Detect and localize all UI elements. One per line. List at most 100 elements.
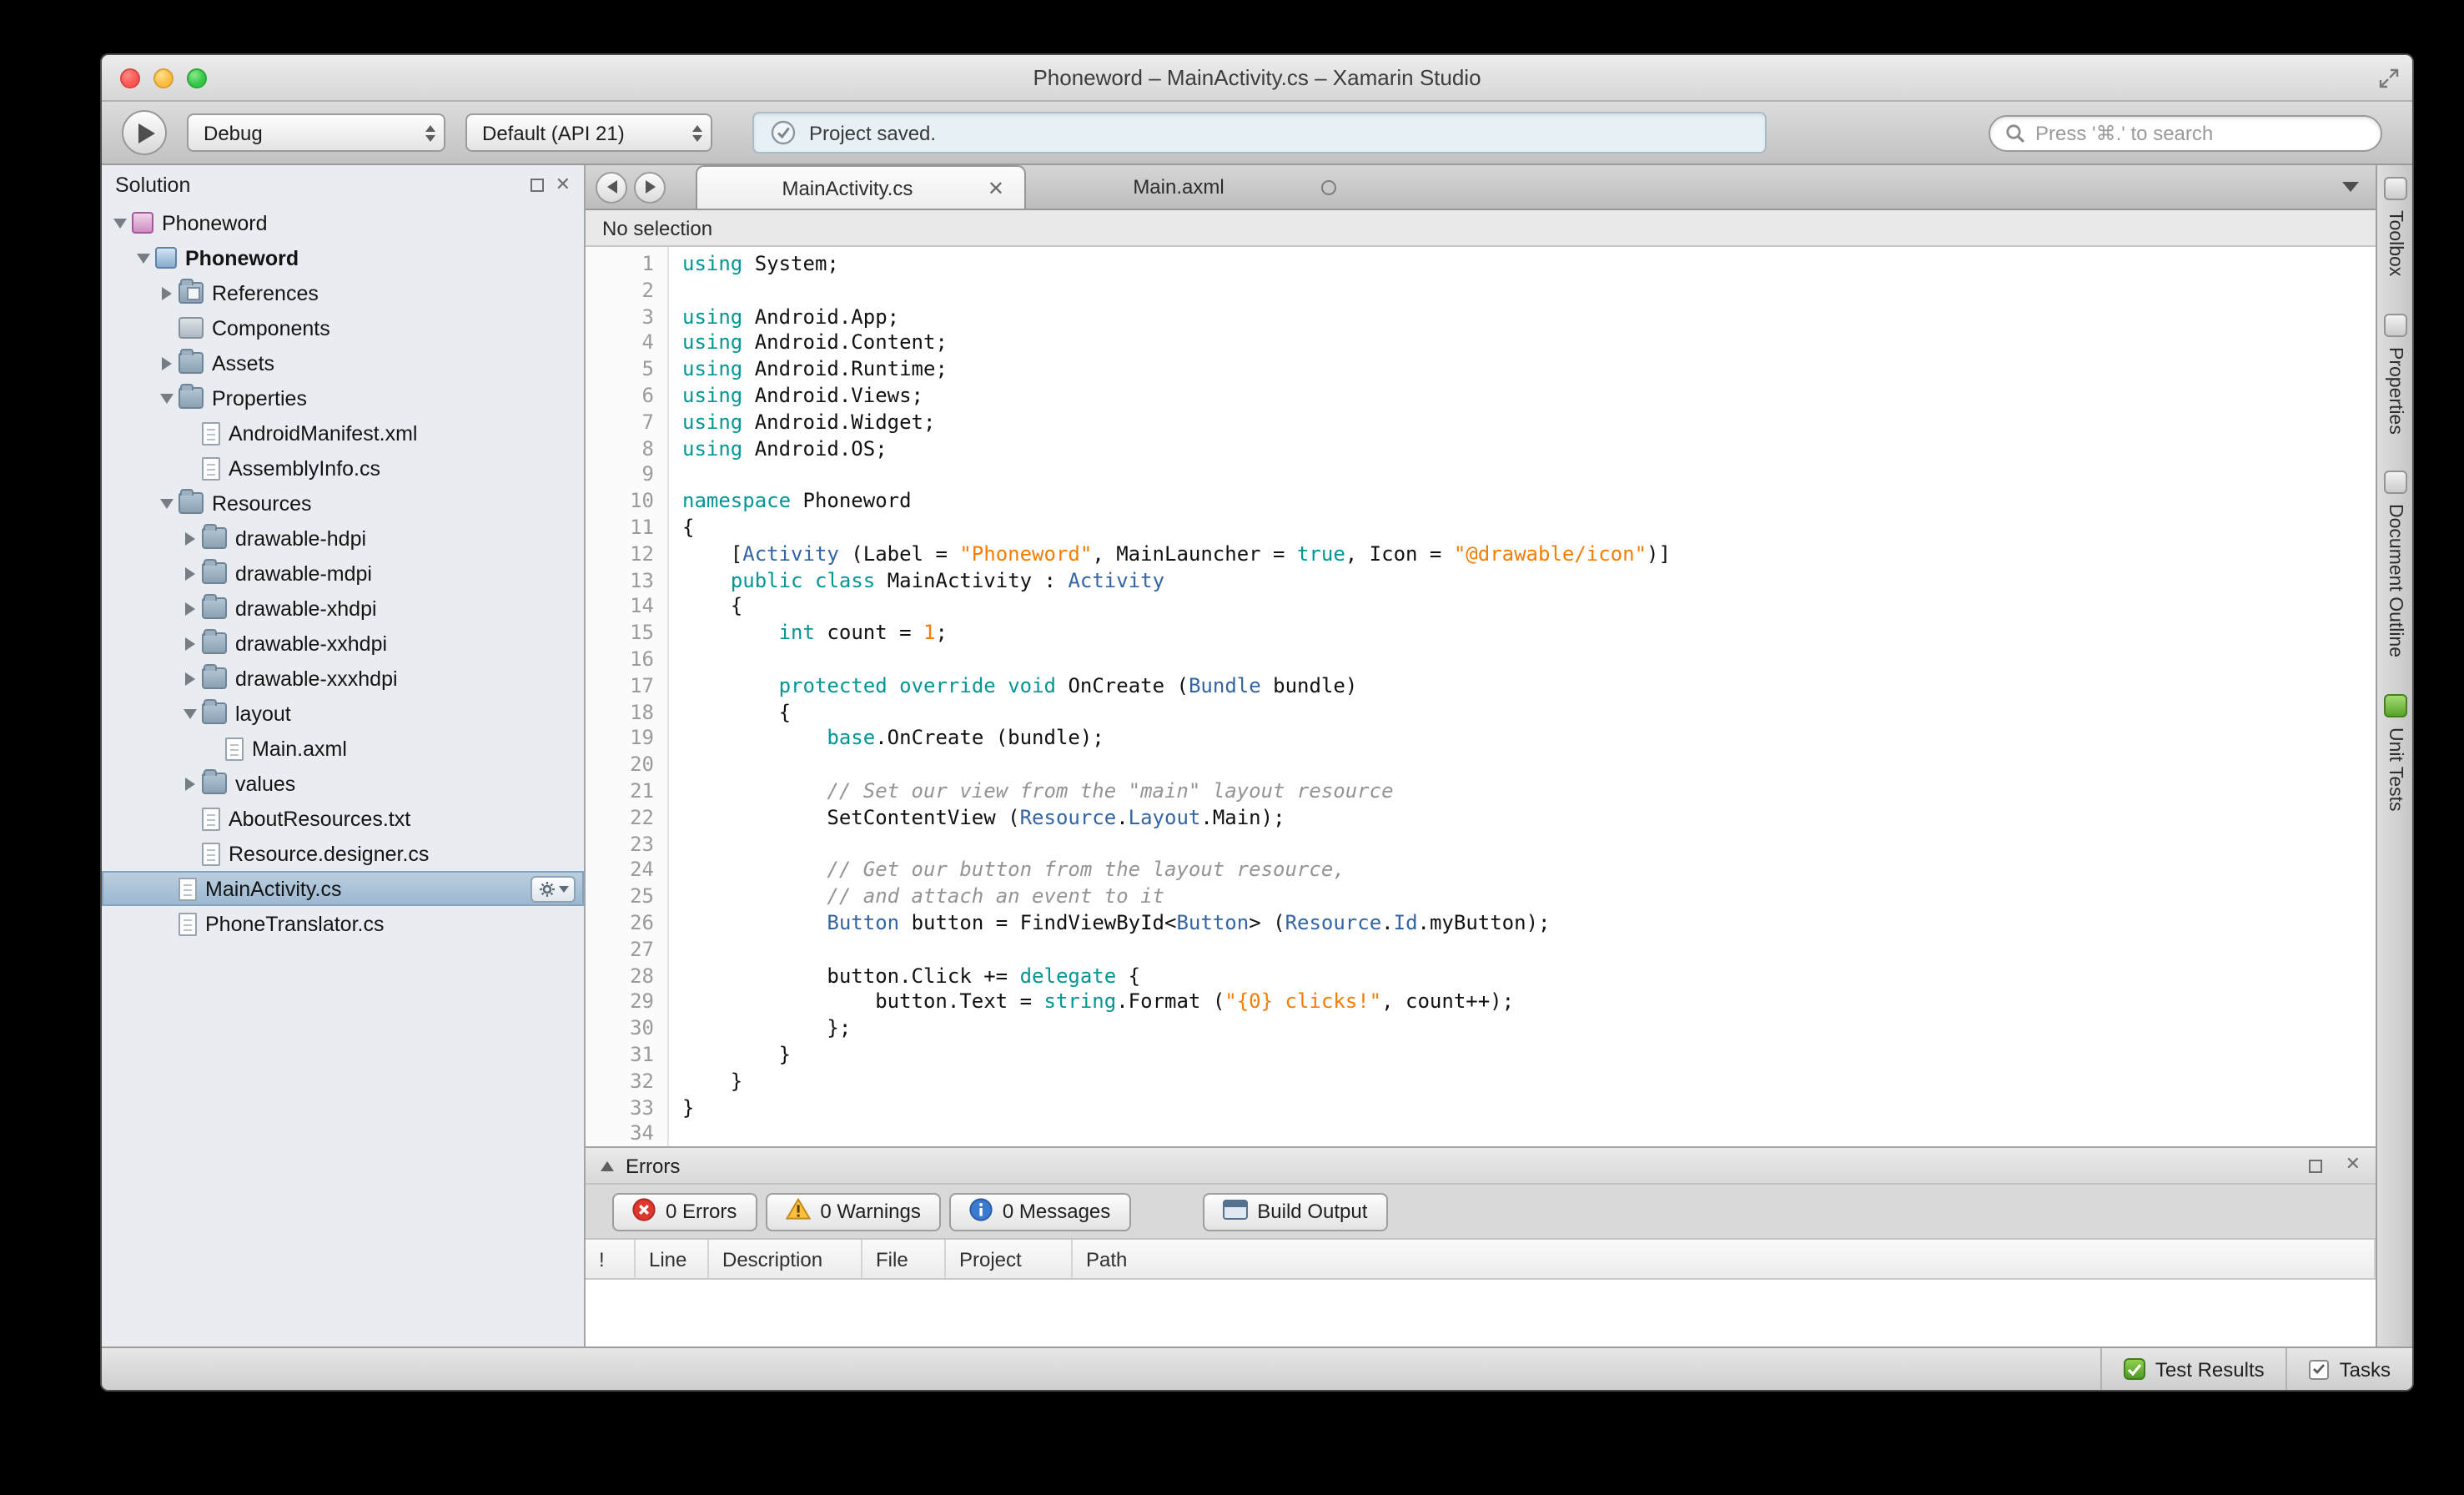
disclosure-triangle-icon[interactable]: [157, 356, 175, 370]
tree-item-drawable-hdpi[interactable]: drawable-hdpi: [102, 521, 584, 556]
disclosure-triangle-icon[interactable]: [180, 708, 199, 718]
tree-item-label: Phoneword: [162, 211, 268, 234]
file-icon: [179, 877, 197, 900]
tree-item-references[interactable]: References: [102, 275, 584, 310]
tab-mainactivity-cs[interactable]: MainActivity.cs✕: [696, 165, 1026, 209]
triangle-glyph: [184, 637, 194, 650]
minimize-window-button[interactable]: [153, 68, 173, 88]
disclosure-triangle-icon[interactable]: [180, 531, 199, 545]
line-number: 21: [586, 779, 654, 806]
tree-item-label: values: [235, 772, 295, 795]
column-header-[interactable]: !: [586, 1240, 636, 1278]
tree-item-phoneword[interactable]: Phoneword: [102, 240, 584, 275]
navigate-forward-button[interactable]: [634, 171, 666, 203]
build-output-button[interactable]: Build Output: [1202, 1192, 1387, 1231]
collapse-panel-icon[interactable]: [601, 1160, 614, 1170]
disclosure-triangle-icon[interactable]: [157, 286, 175, 300]
disclosure-triangle-icon[interactable]: [180, 777, 199, 790]
tab-state-circle-icon[interactable]: [1321, 179, 1336, 194]
disclosure-triangle-icon[interactable]: [133, 253, 152, 263]
tree-item-phonetranslator-cs[interactable]: PhoneTranslator.cs: [102, 906, 584, 941]
file-icon: [225, 737, 244, 760]
tree-item-components[interactable]: Components: [102, 310, 584, 345]
tree-item-assemblyinfo-cs[interactable]: AssemblyInfo.cs: [102, 451, 584, 486]
line-number-gutter: 1234567891011121314151617181920212223242…: [586, 247, 669, 1146]
search-field[interactable]: Press '⌘.' to search: [1989, 115, 2382, 152]
tree-item-drawable-xxhdpi[interactable]: drawable-xxhdpi: [102, 626, 584, 661]
tree-item-label: drawable-xhdpi: [235, 596, 377, 620]
disclosure-triangle-icon[interactable]: [157, 498, 175, 508]
tree-item-resource-designer-cs[interactable]: Resource.designer.cs: [102, 836, 584, 871]
filter-button-label: 0 Errors: [666, 1200, 737, 1223]
code-line: {: [682, 595, 2376, 622]
close-pad-icon[interactable]: ✕: [556, 176, 571, 194]
triangle-glyph: [159, 498, 173, 508]
pad-tab-properties[interactable]: Properties: [2383, 313, 2406, 434]
column-header-path[interactable]: Path: [1073, 1240, 2376, 1278]
column-header-project[interactable]: Project: [946, 1240, 1073, 1278]
pad-tab-document-outline[interactable]: Document Outline: [2383, 471, 2406, 657]
item-options-button[interactable]: [531, 875, 576, 902]
line-number: 18: [586, 700, 654, 727]
stepper-arrows-icon: [425, 124, 435, 141]
tree-item-drawable-xxxhdpi[interactable]: drawable-xxxhdpi: [102, 661, 584, 696]
pad-tab-toolbox[interactable]: Toolbox: [2383, 177, 2406, 276]
errors-table-body[interactable]: [586, 1280, 2376, 1347]
errors-panel-header[interactable]: Errors ✕: [586, 1146, 2376, 1185]
tree-item-properties[interactable]: Properties: [102, 380, 584, 415]
tree-item-values[interactable]: values: [102, 766, 584, 801]
tree-item-label: PhoneTranslator.cs: [205, 912, 384, 935]
column-header-file[interactable]: File: [862, 1240, 946, 1278]
tree-item-layout[interactable]: layout: [102, 696, 584, 731]
folder-icon: [202, 702, 227, 724]
close-panel-icon[interactable]: ✕: [2346, 1156, 2361, 1175]
triangle-glyph: [184, 566, 194, 580]
tree-item-resources[interactable]: Resources: [102, 486, 584, 521]
0-warnings-button[interactable]: 0 Warnings: [765, 1192, 941, 1231]
disclosure-triangle-icon[interactable]: [157, 393, 175, 403]
disclosure-triangle-icon[interactable]: [110, 218, 128, 228]
disclosure-triangle-icon[interactable]: [180, 672, 199, 685]
disclosure-triangle-icon[interactable]: [180, 566, 199, 580]
test-results-button[interactable]: Test Results: [2100, 1348, 2286, 1390]
column-header-description[interactable]: Description: [709, 1240, 862, 1278]
tree-item-mainactivity-cs[interactable]: MainActivity.cs: [102, 871, 584, 906]
column-header-line[interactable]: Line: [636, 1240, 709, 1278]
tab-main-axml[interactable]: Main.axml: [1026, 165, 1356, 209]
document-outline-icon: [2383, 471, 2406, 494]
triangle-glyph: [159, 393, 173, 403]
zoom-window-button[interactable]: [187, 68, 207, 88]
tree-item-aboutresources-txt[interactable]: AboutResources.txt: [102, 801, 584, 836]
0-messages-button[interactable]: 0 Messages: [949, 1192, 1130, 1231]
tree-item-drawable-xhdpi[interactable]: drawable-xhdpi: [102, 591, 584, 626]
disclosure-triangle-icon[interactable]: [180, 637, 199, 650]
code-editor[interactable]: 1234567891011121314151617181920212223242…: [586, 247, 2376, 1146]
0-errors-button[interactable]: 0 Errors: [612, 1192, 757, 1231]
window-titlebar[interactable]: Phoneword – MainActivity.cs – Xamarin St…: [102, 55, 2412, 102]
configuration-dropdown[interactable]: Debug: [187, 113, 445, 152]
code-line: Button button = FindViewById<Button> (Re…: [682, 911, 2376, 938]
dock-panel-icon[interactable]: [2309, 1159, 2322, 1172]
breadcrumb-text: No selection: [602, 216, 712, 239]
navigate-back-button[interactable]: [596, 171, 627, 203]
close-tab-icon[interactable]: ✕: [988, 176, 1004, 199]
file-icon: [202, 842, 220, 865]
tree-item-androidmanifest-xml[interactable]: AndroidManifest.xml: [102, 415, 584, 451]
pad-tab-unit-tests[interactable]: Unit Tests: [2383, 694, 2406, 812]
folder-icon: [179, 387, 204, 409]
code-text[interactable]: using System; using Android.App;using An…: [669, 247, 2376, 1146]
message-icon: [969, 1197, 993, 1226]
close-window-button[interactable]: [120, 68, 140, 88]
dock-pad-icon[interactable]: [531, 179, 544, 192]
device-dropdown[interactable]: Default (API 21): [465, 113, 712, 152]
tree-item-assets[interactable]: Assets: [102, 345, 584, 380]
run-button[interactable]: [122, 110, 167, 155]
tab-list-dropdown-icon[interactable]: [2342, 182, 2359, 192]
disclosure-triangle-icon[interactable]: [180, 602, 199, 615]
breadcrumb[interactable]: No selection: [586, 210, 2376, 247]
tree-item-main-axml[interactable]: Main.axml: [102, 731, 584, 766]
tree-item-drawable-mdpi[interactable]: drawable-mdpi: [102, 556, 584, 591]
code-line: using Android.Views;: [682, 384, 2376, 410]
tasks-button[interactable]: Tasks: [2286, 1348, 2412, 1390]
tree-item-phoneword[interactable]: Phoneword: [102, 205, 584, 240]
